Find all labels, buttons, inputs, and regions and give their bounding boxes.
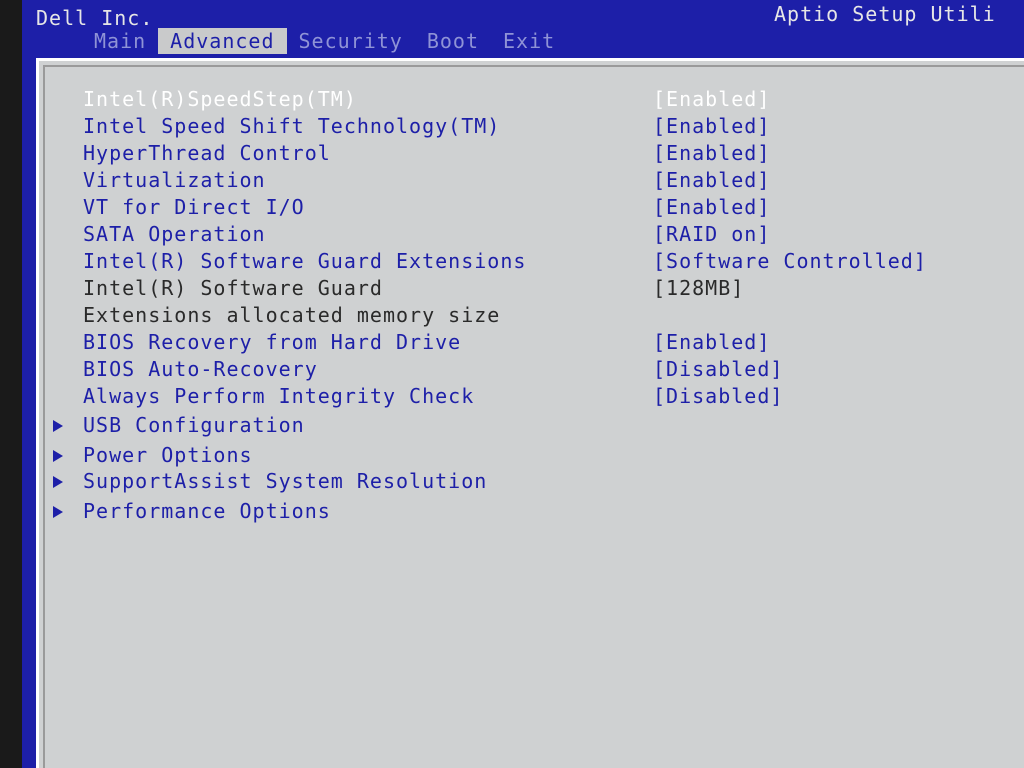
advanced-panel: Intel(R)SpeedStep(TM) [Enabled] Intel Sp… bbox=[36, 58, 1024, 768]
setting-label: Intel Speed Shift Technology(TM) bbox=[83, 114, 501, 138]
setting-value[interactable]: [Enabled] bbox=[653, 114, 770, 138]
setting-value[interactable]: [Software Controlled] bbox=[653, 249, 927, 273]
setting-value[interactable]: [Disabled] bbox=[653, 357, 783, 381]
setting-sgx[interactable]: Intel(R) Software Guard Extensions [Soft… bbox=[45, 249, 1005, 275]
submenu-usb-configuration[interactable]: USB Configuration bbox=[45, 413, 1005, 439]
setting-value[interactable]: [Enabled] bbox=[653, 195, 770, 219]
tab-boot[interactable]: Boot bbox=[415, 28, 491, 54]
setting-sgx-memory: Intel(R) Software Guard [128MB] bbox=[45, 276, 1005, 302]
setting-speed-shift[interactable]: Intel Speed Shift Technology(TM) [Enable… bbox=[45, 114, 1005, 140]
setting-label: Intel(R) Software Guard Extensions bbox=[83, 249, 527, 273]
setting-label: Extensions allocated memory size bbox=[83, 303, 501, 327]
setting-label: HyperThread Control bbox=[83, 141, 331, 165]
panel-inner: Intel(R)SpeedStep(TM) [Enabled] Intel Sp… bbox=[43, 65, 1024, 768]
setting-virtualization[interactable]: Virtualization [Enabled] bbox=[45, 168, 1005, 194]
setting-sgx-memory-continued: Extensions allocated memory size bbox=[45, 303, 1005, 329]
setting-value[interactable]: [Enabled] bbox=[653, 330, 770, 354]
setting-label: Intel(R) Software Guard bbox=[83, 276, 383, 300]
submenu-performance-options[interactable]: Performance Options bbox=[45, 499, 1005, 525]
setting-value[interactable]: [Enabled] bbox=[653, 87, 770, 111]
vendor-name: Dell Inc. bbox=[36, 6, 154, 30]
setting-label: Virtualization bbox=[83, 168, 266, 192]
tab-main[interactable]: Main bbox=[82, 28, 158, 54]
setting-sata-operation[interactable]: SATA Operation [RAID on] bbox=[45, 222, 1005, 248]
submenu-arrow-icon bbox=[53, 506, 63, 518]
setting-label: SATA Operation bbox=[83, 222, 266, 246]
submenu-label: Performance Options bbox=[83, 499, 331, 523]
submenu-label: Power Options bbox=[83, 443, 253, 467]
setting-label: BIOS Auto-Recovery bbox=[83, 357, 318, 381]
setting-hyperthread[interactable]: HyperThread Control [Enabled] bbox=[45, 141, 1005, 167]
setting-bios-recovery[interactable]: BIOS Recovery from Hard Drive [Enabled] bbox=[45, 330, 1005, 356]
utility-title: Aptio Setup Utili bbox=[774, 2, 996, 26]
submenu-arrow-icon bbox=[53, 450, 63, 462]
setting-label: Intel(R)SpeedStep(TM) bbox=[83, 87, 357, 111]
tab-security[interactable]: Security bbox=[287, 28, 415, 54]
setting-value: [128MB] bbox=[653, 276, 745, 300]
submenu-label: SupportAssist System Resolution bbox=[83, 469, 488, 493]
tab-exit[interactable]: Exit bbox=[491, 28, 567, 54]
submenu-arrow-icon bbox=[53, 420, 63, 432]
submenu-supportassist[interactable]: SupportAssist System Resolution bbox=[45, 469, 1005, 495]
setting-value[interactable]: [RAID on] bbox=[653, 222, 770, 246]
setting-label: VT for Direct I/O bbox=[83, 195, 305, 219]
setting-label: BIOS Recovery from Hard Drive bbox=[83, 330, 462, 354]
tab-advanced[interactable]: Advanced bbox=[158, 28, 287, 54]
setting-integrity-check[interactable]: Always Perform Integrity Check [Disabled… bbox=[45, 384, 1005, 410]
setting-value[interactable]: [Disabled] bbox=[653, 384, 783, 408]
top-bar: Dell Inc. Aptio Setup Utili Main Advance… bbox=[22, 0, 1024, 56]
menu-tabs: Main Advanced Security Boot Exit bbox=[82, 28, 567, 54]
setting-vt-direct-io[interactable]: VT for Direct I/O [Enabled] bbox=[45, 195, 1005, 221]
setting-value[interactable]: [Enabled] bbox=[653, 141, 770, 165]
setting-value[interactable]: [Enabled] bbox=[653, 168, 770, 192]
submenu-power-options[interactable]: Power Options bbox=[45, 443, 1005, 469]
setting-bios-auto-recovery[interactable]: BIOS Auto-Recovery [Disabled] bbox=[45, 357, 1005, 383]
submenu-label: USB Configuration bbox=[83, 413, 305, 437]
setting-speedstep[interactable]: Intel(R)SpeedStep(TM) [Enabled] bbox=[45, 87, 1005, 113]
bios-screen: Dell Inc. Aptio Setup Utili Main Advance… bbox=[22, 0, 1024, 768]
setting-label: Always Perform Integrity Check bbox=[83, 384, 475, 408]
submenu-arrow-icon bbox=[53, 476, 63, 488]
